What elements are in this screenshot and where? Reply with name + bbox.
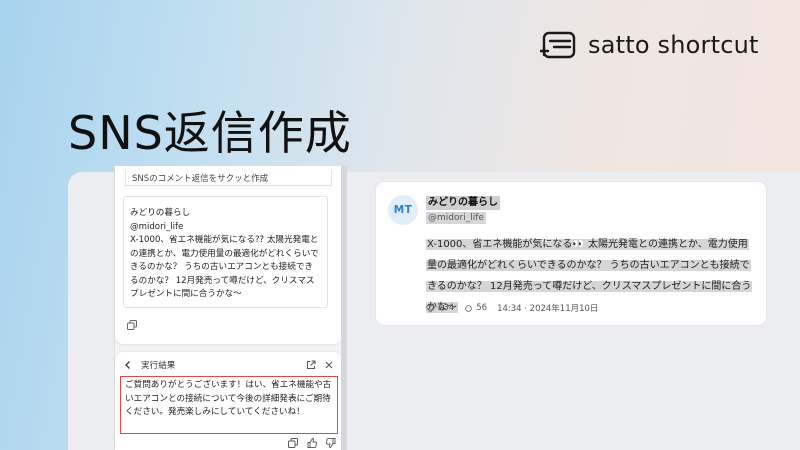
comment-input-card: SNSのコメント返信をサクッと作成 みどりの暮らし @midori_life X… bbox=[115, 166, 342, 344]
retweet-icon[interactable] bbox=[464, 304, 473, 313]
back-icon[interactable] bbox=[123, 360, 133, 370]
brand: satto shortcut bbox=[540, 31, 759, 59]
comment-input[interactable]: みどりの暮らし @midori_life X-1000、省エネ機能が気になる??… bbox=[123, 196, 328, 308]
result-actions bbox=[288, 438, 336, 448]
scrollbar[interactable] bbox=[341, 166, 347, 450]
input-handle-line: @midori_life bbox=[130, 221, 184, 232]
tweet-author-name: みどりの暮らし bbox=[426, 196, 500, 210]
satto-logo-icon bbox=[540, 31, 576, 59]
brand-name: satto shortcut bbox=[588, 31, 759, 59]
open-external-icon[interactable] bbox=[306, 360, 316, 370]
result-header: 実行結果 bbox=[123, 358, 334, 372]
result-text[interactable]: ご質問ありがとうございます！はい、省エネ機能や古いエアコンとの接続について今後の… bbox=[120, 376, 338, 434]
tweet-card: MT みどりの暮らし @midori_life X-1000、省エネ機能が気にな… bbox=[376, 182, 766, 325]
retweet-count: 56 bbox=[476, 303, 488, 313]
avatar: MT bbox=[388, 195, 418, 225]
copy-icon[interactable] bbox=[127, 320, 137, 330]
tweet-meta: 234 56 14:34 · 2024年11月10日 bbox=[426, 302, 598, 314]
thumbs-up-icon[interactable] bbox=[307, 438, 317, 448]
heart-icon[interactable] bbox=[426, 304, 435, 313]
tweet-timestamp: 14:34 · 2024年11月10日 bbox=[497, 304, 599, 314]
result-title: 実行結果 bbox=[141, 361, 176, 371]
comment-header: SNSのコメント返信をサクッと作成 bbox=[125, 170, 332, 186]
extension-panel: SNSのコメント返信をサクッと作成 みどりの暮らし @midori_life X… bbox=[114, 166, 343, 450]
result-card: 実行結果 ご質問ありがとうございます！はい、省エネ機能や古いエアコンとの接続につ… bbox=[115, 352, 342, 450]
input-name-line: みどりの暮らし bbox=[130, 208, 191, 218]
close-icon[interactable] bbox=[324, 360, 334, 370]
like-count: 234 bbox=[438, 303, 455, 313]
page-title: SNS返信作成 bbox=[68, 106, 352, 160]
thumbs-down-icon[interactable] bbox=[326, 438, 336, 448]
tweet-author-handle: @midori_life bbox=[426, 212, 486, 224]
input-body: X-1000、省エネ機能が気になる?? 太陽光発電との連携とか、電力使用量の最適… bbox=[130, 235, 319, 299]
copy-icon[interactable] bbox=[288, 438, 298, 448]
